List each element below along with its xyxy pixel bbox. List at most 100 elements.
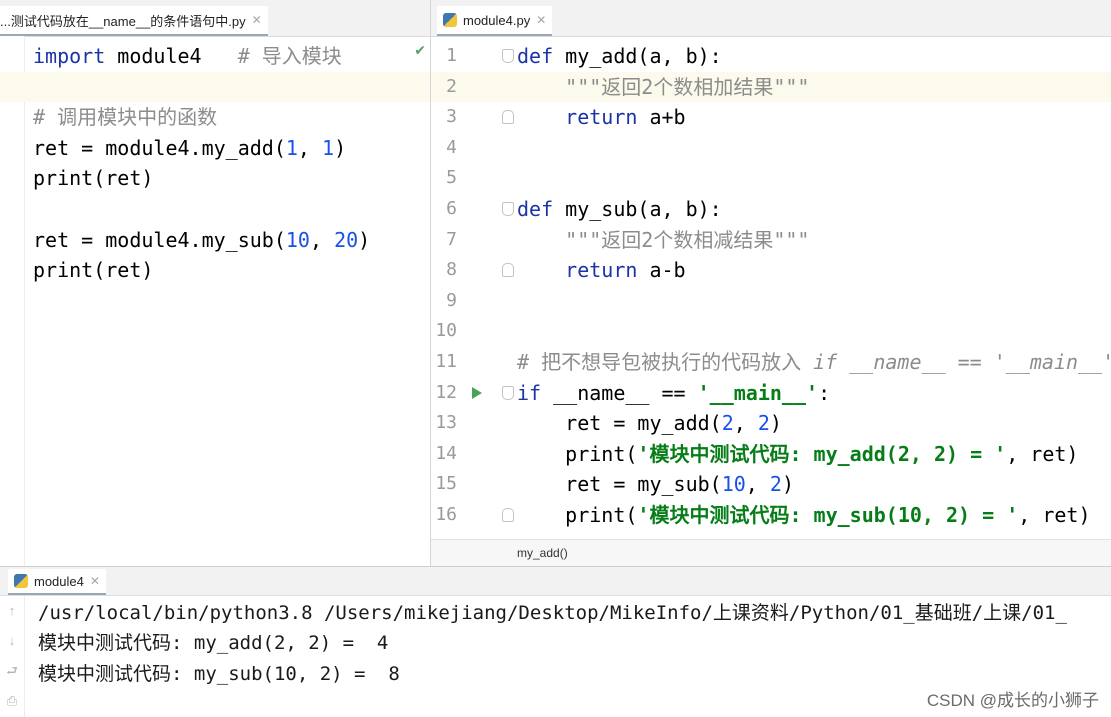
code-token: # 导入模块: [237, 44, 342, 68]
code-text: """返回2个数相减结果""": [517, 225, 809, 255]
fold-marker-icon[interactable]: [502, 110, 514, 125]
close-icon[interactable]: ✕: [252, 13, 262, 27]
code-token: ): [358, 227, 371, 252]
code-line[interactable]: ret = module4.my_sub(10, 20): [0, 225, 430, 255]
line-number: 9: [446, 289, 457, 311]
fold-marker-icon[interactable]: [502, 263, 514, 278]
code-token: '模块中测试代码: my_sub(10, 2) = ': [637, 503, 1019, 527]
code-line[interactable]: 9: [431, 286, 1111, 316]
left-code-area[interactable]: import module4 # 导入模块 # 调用模块中的函数 ret = mod…: [0, 41, 430, 540]
code-line[interactable]: 10: [431, 316, 1111, 346]
line-number: 14: [435, 442, 457, 464]
fold-marker-icon[interactable]: [502, 49, 514, 63]
code-text: ret = my_sub(10, 2): [517, 469, 794, 499]
tab-label: ...测试代码放在__name__的条件语句中.py: [0, 13, 246, 29]
code-line[interactable]: 15 ret = my_sub(10, 2): [431, 469, 1111, 499]
line-number: 16: [435, 504, 457, 525]
close-icon[interactable]: ✕: [536, 13, 546, 27]
code-line[interactable]: 14 print('模块中测试代码: my_add(2, 2) = ', ret…: [431, 439, 1111, 469]
run-gutter-icon[interactable]: [472, 386, 482, 399]
code-token: if: [517, 380, 542, 405]
python-file-icon: [14, 574, 28, 588]
code-token: ret = my_sub(: [517, 472, 722, 497]
line-number: 1: [446, 45, 457, 66]
code-text: def my_sub(a, b):: [517, 194, 722, 224]
code-line[interactable]: 4: [431, 133, 1111, 163]
code-text: # 把不想导包被执行的代码放入 if __name__ == '__main__…: [517, 347, 1111, 377]
tab-label: module4.py: [463, 12, 531, 28]
code-line[interactable]: print(ret): [0, 255, 430, 285]
code-line[interactable]: 1 def my_add(a, b):: [431, 41, 1111, 71]
code-token: return: [565, 258, 638, 283]
fold-marker-icon[interactable]: [502, 202, 514, 216]
code-line[interactable]: 5: [431, 163, 1111, 193]
line-number: 6: [446, 198, 457, 219]
fold-marker-icon[interactable]: [502, 385, 514, 400]
code-line[interactable]: 13 ret = my_add(2, 2): [431, 408, 1111, 438]
code-token: , ret): [1018, 503, 1091, 527]
code-line[interactable]: 7 """返回2个数相减结果""": [431, 225, 1111, 255]
line-number: 10: [435, 320, 457, 342]
down-arrow-icon[interactable]: ↓: [3, 632, 21, 650]
code-token: 20: [334, 227, 359, 252]
code-text: return a-b: [517, 255, 685, 285]
code-token: if __name__ == '__main__': [813, 350, 1111, 374]
code-token: ,: [297, 135, 323, 160]
right-editor-pane: module4.py ✕ 1 def my_add(a, b): 2 """返回2个…: [431, 0, 1111, 566]
line-number: 15: [435, 473, 457, 495]
code-token: , ret): [1006, 441, 1079, 466]
code-token: module4: [105, 44, 238, 68]
code-text: print(ret): [33, 255, 153, 285]
code-line[interactable]: 2 """返回2个数相加结果""": [431, 71, 1111, 102]
code-token: my_add(a, b):: [553, 44, 722, 68]
left-editor-pane: ...测试代码放在__name__的条件语句中.py ✕ ✔ import mo…: [0, 0, 431, 566]
code-line[interactable]: print(ret): [0, 163, 430, 193]
code-line[interactable]: ret = module4.my_add(1, 1): [0, 133, 430, 163]
tab-module4[interactable]: module4.py ✕: [437, 6, 553, 36]
code-token: print: [33, 258, 94, 283]
code-token: '__main__': [697, 380, 819, 405]
code-text: print('模块中测试代码: my_sub(10, 2) = ', ret): [517, 500, 1091, 530]
code-token: :: [818, 380, 831, 405]
code-text: print(ret): [33, 163, 153, 193]
run-tool-window: module4 ✕ ↑ ↓ ⮐ ⎙ /usr/local/bin/python3…: [0, 566, 1111, 717]
up-arrow-icon[interactable]: ↑: [3, 602, 21, 620]
run-toolbar: ↑ ↓ ⮐ ⎙: [0, 596, 25, 717]
print-icon[interactable]: ⎙: [3, 692, 21, 710]
code-line[interactable]: [0, 71, 430, 102]
code-token: 2: [757, 411, 770, 436]
line-number: 11: [435, 351, 457, 372]
code-token: def: [517, 44, 554, 68]
code-line[interactable]: # 调用模块中的函数: [0, 102, 430, 132]
code-line[interactable]: import module4 # 导入模块: [0, 41, 430, 71]
code-text: def my_add(a, b):: [517, 41, 722, 71]
breadcrumb-item[interactable]: my_add(): [517, 546, 568, 560]
right-code-area[interactable]: 1 def my_add(a, b): 2 """返回2个数相加结果""" 3 ret…: [431, 41, 1111, 540]
code-token: 2: [769, 472, 782, 497]
line-number: 3: [446, 106, 457, 128]
soft-wrap-icon[interactable]: ⮐: [3, 662, 21, 680]
code-token: (ret): [93, 258, 154, 283]
code-line[interactable]: 6 def my_sub(a, b):: [431, 194, 1111, 224]
close-icon[interactable]: ✕: [90, 574, 100, 588]
code-line[interactable]: 11 # 把不想导包被执行的代码放入 if __name__ == '__main…: [431, 347, 1111, 377]
tab-main-script[interactable]: ...测试代码放在__name__的条件语句中.py ✕: [0, 6, 268, 36]
run-tab-module4[interactable]: module4 ✕: [8, 569, 106, 595]
line-number: 5: [446, 167, 457, 189]
breadcrumb[interactable]: my_add(): [431, 539, 1111, 566]
code-text: import module4 # 导入模块: [33, 41, 342, 71]
code-token: (ret): [93, 166, 154, 191]
line-number: 7: [446, 228, 457, 250]
code-line[interactable]: 3 return a+b: [431, 102, 1111, 132]
code-line[interactable]: [0, 194, 430, 224]
code-line[interactable]: 8 return a-b: [431, 255, 1111, 285]
code-line[interactable]: 12 if __name__ == '__main__':: [431, 378, 1111, 408]
fold-marker-icon[interactable]: [502, 508, 514, 522]
code-token: """返回2个数相加结果""": [565, 74, 810, 99]
code-token: ,: [733, 411, 758, 436]
line-number: 8: [446, 259, 457, 281]
code-line[interactable]: 16 print('模块中测试代码: my_sub(10, 2) = ', re…: [431, 500, 1111, 530]
code-token: ret = my_add(: [517, 411, 722, 436]
